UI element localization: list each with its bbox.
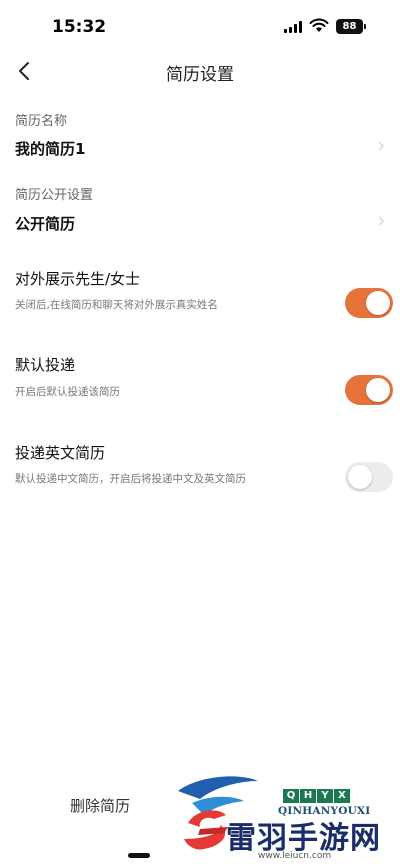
setting-description: 默认投递中文简历，开启后将投递中文及英文简历 (15, 473, 246, 485)
watermark-brand: Q H Y X (283, 789, 350, 803)
public-setting-value: 公开简历 (15, 215, 76, 233)
resume-name-value: 我的简历1 (15, 140, 86, 158)
default-delivery-toggle[interactable] (345, 375, 393, 405)
resume-name-label: 简历名称 (15, 114, 68, 129)
cellular-signal-icon (284, 21, 304, 33)
chevron-right-icon (378, 216, 384, 226)
toggle-knob (366, 378, 390, 402)
english-resume-toggle[interactable] (345, 462, 393, 492)
battery-icon: 88 (336, 19, 363, 34)
setting-description: 开启后默认投递该简历 (15, 386, 120, 398)
status-time: 15:32 (52, 17, 107, 37)
title-display-toggle[interactable] (345, 288, 393, 318)
chevron-right-icon (378, 141, 384, 151)
setting-title: 投递英文简历 (15, 444, 106, 462)
setting-title: 对外展示先生/女士 (15, 270, 141, 288)
toggle-knob (348, 465, 372, 489)
watermark: Q H Y X QINHANYOUXI 雷羽手游网 www.leiucn.com (150, 765, 400, 866)
battery-tip (364, 24, 366, 29)
delete-resume-button[interactable]: 删除简历 (40, 795, 160, 821)
setting-title: 默认投递 (15, 356, 76, 374)
page-title: 简历设置 (166, 65, 234, 85)
watermark-url: www.leiucn.com (258, 851, 332, 861)
wifi-icon (309, 18, 329, 32)
status-bar: 15:32 88 (0, 0, 400, 50)
setting-description: 关闭后,在线简历和聊天将对外展示真实姓名 (15, 299, 218, 311)
home-indicator (128, 853, 150, 858)
toggle-knob (366, 291, 390, 315)
public-setting-label: 简历公开设置 (15, 188, 94, 203)
